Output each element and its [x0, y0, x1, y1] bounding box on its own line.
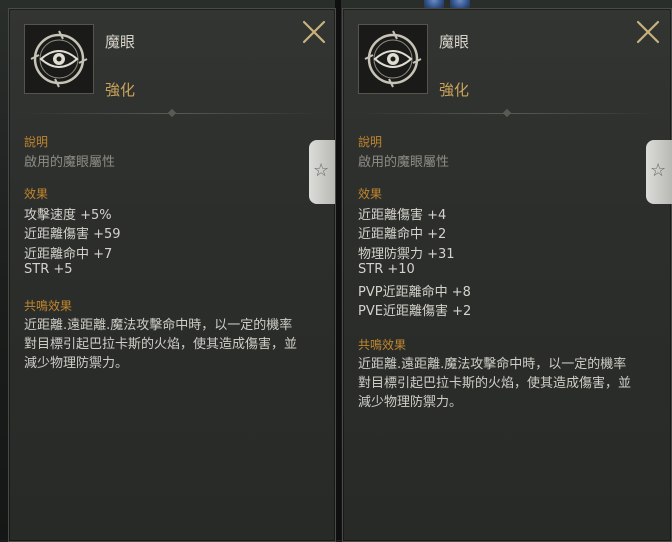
- effect-line: 攻擊速度 +5%: [24, 208, 112, 223]
- description-text: 啟用的魔眼屬性: [358, 155, 450, 170]
- star-icon: ☆: [650, 160, 667, 181]
- effect-line: 近距離命中 +2: [358, 227, 447, 242]
- effects-label: 效果: [24, 187, 49, 201]
- item-grade: 強化: [105, 81, 136, 99]
- side-tab-left[interactable]: ☆: [309, 140, 335, 204]
- separator-diamond: [502, 108, 512, 118]
- item-name: 魔眼: [105, 33, 136, 51]
- set-effect-line: 減少物理防禦力。: [24, 356, 129, 371]
- effect-line: STR +5: [24, 262, 73, 277]
- effect-line: 近距離命中 +7: [24, 247, 113, 262]
- item-icon-frame: [358, 24, 428, 94]
- side-tab-right[interactable]: ☆: [646, 140, 672, 204]
- item-name: 魔眼: [439, 33, 470, 51]
- effect-line: 物理防禦力 +31: [358, 247, 455, 262]
- description-text: 啟用的魔眼屬性: [24, 155, 116, 170]
- effect-line: STR +10: [358, 262, 415, 277]
- set-effect-line: 對目標引起巴拉卡斯的火焰，使其造成傷害，並: [24, 337, 298, 352]
- item-tooltip-left: 魔眼 強化 說明 啟用的魔眼屬性 效果 攻擊速度 +5% 近距離傷害 +59 近…: [8, 8, 336, 542]
- close-button[interactable]: [635, 19, 661, 45]
- set-effect-line: 對目標引起巴拉卡斯的火焰，使其造成傷害，並: [358, 376, 632, 391]
- set-effect-label: 共鳴效果: [24, 299, 73, 313]
- item-tooltip-right: 魔眼 強化 說明 啟用的魔眼屬性 效果 近距離傷害 +4 近距離命中 +2 物理…: [342, 8, 672, 542]
- close-x-icon: [636, 20, 660, 44]
- item-icon-frame: [24, 24, 94, 94]
- description-label: 說明: [24, 135, 49, 149]
- effect-line: 近距離傷害 +4: [358, 208, 447, 223]
- set-effect-line: 近距離.遠距離.魔法攻擊命中時，以一定的機率: [24, 318, 293, 333]
- close-x-icon: [302, 20, 326, 44]
- set-effect-line: 近距離.遠距離.魔法攻擊命中時，以一定的機率: [358, 357, 627, 372]
- star-icon: ☆: [313, 160, 330, 181]
- set-effect-label: 共鳴效果: [358, 338, 407, 352]
- effect-line: PVE近距離傷害 +2: [358, 304, 472, 319]
- description-label: 說明: [358, 135, 383, 149]
- effect-line: 近距離傷害 +59: [24, 227, 121, 242]
- item-grade: 強化: [439, 81, 470, 99]
- set-effect-line: 減少物理防禦力。: [358, 395, 463, 410]
- eye-emblem-icon: [30, 30, 88, 88]
- separator-diamond: [167, 108, 177, 118]
- eye-emblem-icon: [364, 30, 422, 88]
- effect-line: PVP近距離命中 +8: [358, 285, 471, 300]
- effects-label: 效果: [358, 187, 383, 201]
- close-button[interactable]: [301, 19, 327, 45]
